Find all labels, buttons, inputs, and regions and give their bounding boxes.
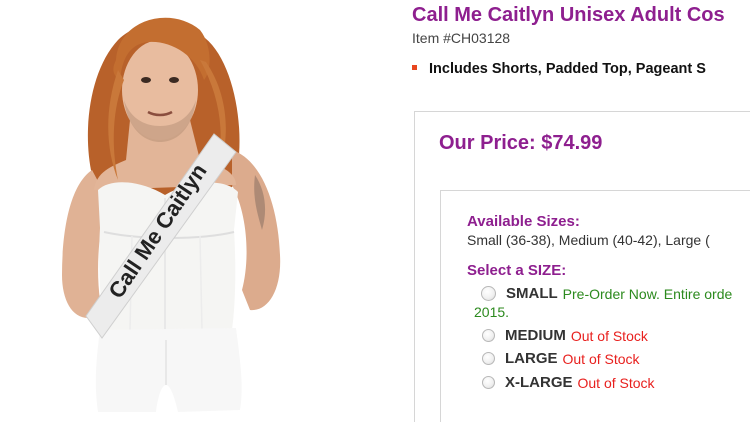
out-of-stock-status: Out of Stock xyxy=(570,327,648,344)
size-option-small[interactable]: SMALL Pre-Order Now. Entire orde xyxy=(481,285,732,302)
select-size-heading: Select a SIZE: xyxy=(467,262,567,279)
size-xlarge-radio[interactable] xyxy=(482,376,495,389)
preorder-status: Pre-Order Now. Entire orde xyxy=(562,285,733,302)
product-page: Call Me Caitlyn Call Me Caitlyn Unisex A… xyxy=(0,0,750,422)
product-image[interactable]: Call Me Caitlyn xyxy=(0,0,395,422)
size-small-radio[interactable] xyxy=(481,286,496,301)
size-option-medium[interactable]: MEDIUM Out of Stock xyxy=(482,327,648,344)
size-option-large[interactable]: LARGE Out of Stock xyxy=(482,350,640,367)
out-of-stock-status: Out of Stock xyxy=(562,350,640,367)
feature-list-item: Includes Shorts, Padded Top, Pageant S xyxy=(412,61,706,77)
size-option-xlarge[interactable]: X-LARGE Out of Stock xyxy=(482,374,655,391)
size-option-label: X-LARGE xyxy=(505,374,573,391)
size-option-label: SMALL xyxy=(506,285,558,302)
size-large-radio[interactable] xyxy=(482,352,495,365)
feature-text: Includes Shorts, Padded Top, Pageant S xyxy=(429,61,706,77)
size-medium-radio[interactable] xyxy=(482,329,495,342)
available-sizes-heading: Available Sizes: xyxy=(467,213,580,230)
price-label: Our Price: $74.99 xyxy=(439,132,603,154)
size-option-label: LARGE xyxy=(505,350,558,367)
out-of-stock-status: Out of Stock xyxy=(577,374,655,391)
available-sizes-list: Small (36-38), Medium (40-42), Large ( xyxy=(467,232,710,248)
size-option-label: MEDIUM xyxy=(505,327,566,344)
product-title: Call Me Caitlyn Unisex Adult Cos xyxy=(412,4,725,26)
bullet-icon xyxy=(412,65,417,70)
item-number: Item #CH03128 xyxy=(412,30,511,46)
preorder-status-continued: 2015. xyxy=(474,304,510,320)
